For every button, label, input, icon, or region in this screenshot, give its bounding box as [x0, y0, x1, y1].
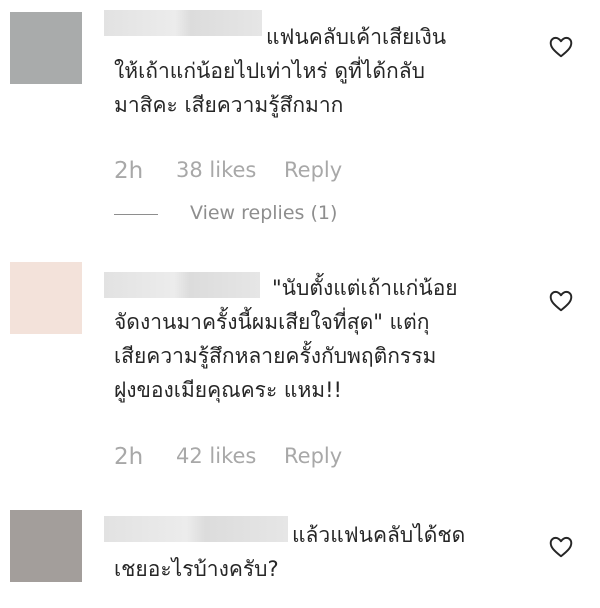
comment-text-line: "นับตั้งแต่เถ้าแก่น้อย — [272, 276, 458, 300]
heart-outline-icon[interactable] — [548, 288, 574, 314]
timestamp: 2h — [114, 158, 144, 184]
comment-text-line: จัดงานมาครั้งนี้ผมเสียใจที่สุด" แต่กุ — [114, 310, 430, 334]
view-replies-button[interactable]: View replies (1) — [190, 202, 337, 224]
reply-button[interactable]: Reply — [284, 444, 342, 468]
reply-button[interactable]: Reply — [284, 158, 342, 182]
timestamp: 2h — [114, 444, 144, 470]
comment-text-line: ฝูงของเมียคุณคระ แหม!! — [114, 378, 342, 402]
divider-line — [114, 214, 158, 215]
comment-text-line: ให้เถ้าแก่น้อยไปเท่าไหร่ ดูที่ได้กลับ — [114, 59, 425, 83]
avatar[interactable] — [10, 510, 82, 582]
heart-outline-icon[interactable] — [548, 34, 574, 60]
avatar[interactable] — [10, 262, 82, 334]
comment-text-line: เสียความรู้สึกหลายครั้งกับพฤติกรรม — [114, 344, 437, 368]
avatar[interactable] — [10, 12, 82, 84]
comment-text: แฟนคลับเค้าเสียเงิน ให้เถ้าแก่น้อยไปเท่า… — [114, 20, 446, 122]
comment-text-line: มาสิคะ เสียความรู้สึกมาก — [114, 93, 344, 117]
like-count[interactable]: 38 likes — [176, 158, 256, 182]
comment-text: "นับตั้งแต่เถ้าแก่น้อย จัดงานมาครั้งนี้ผ… — [114, 271, 458, 407]
comment-text-line: เชยอะไรบ้างครับ? — [114, 557, 279, 581]
comment-text-line: แล้วแฟนคลับได้ชด — [292, 523, 466, 547]
comment-text-line: แฟนคลับเค้าเสียเงิน — [266, 25, 447, 49]
like-count[interactable]: 42 likes — [176, 444, 256, 468]
comment-text: แล้วแฟนคลับได้ชด เชยอะไรบ้างครับ? — [114, 518, 465, 586]
heart-outline-icon[interactable] — [548, 534, 574, 560]
